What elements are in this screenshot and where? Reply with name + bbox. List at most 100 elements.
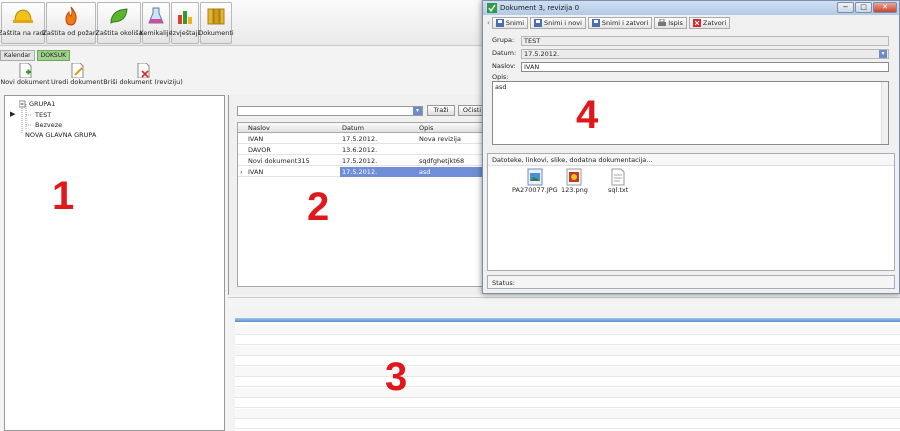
grupa-label: Grupa:	[492, 36, 515, 44]
group-header	[235, 388, 900, 398]
cell-datum: 17.5.2012.	[342, 135, 378, 143]
ribbon-izvjestaji-button[interactable]: Izvještaji	[171, 2, 199, 44]
dialog-titlebar[interactable]: Dokument 3, revizija 0 − □ ✕	[483, 1, 899, 15]
new-document-button[interactable]: Novi dokument	[0, 62, 50, 92]
list-item[interactable]	[235, 419, 900, 429]
save-and-new-button[interactable]: Snimi i novi	[530, 17, 586, 29]
opis-textarea[interactable]: asd	[492, 81, 889, 145]
document-toolbar: Novi dokument Uredi dokument Briši dokum…	[0, 62, 230, 94]
datum-field[interactable]: 17.5.2012. ▾	[521, 49, 889, 59]
close-window-button[interactable]: ✕	[873, 2, 897, 13]
row-pointer-icon: ›	[240, 168, 243, 176]
list-item[interactable]	[235, 398, 900, 408]
tree-item-nova-glavna-grupa[interactable]: NOVA GLAVNA GRUPA	[25, 131, 96, 139]
table-row[interactable]: IVAN 17.5.2012. Nova revizija	[238, 134, 486, 144]
column-header-datum[interactable]: Datum	[342, 124, 364, 132]
document-dialog: Dokument 3, revizija 0 − □ ✕ ‹ Snimi Sni…	[482, 0, 900, 294]
close-icon	[692, 19, 701, 27]
document-grid: Naslov Datum Opis IVAN 17.5.2012. Nova r…	[237, 122, 487, 287]
app-icon	[487, 3, 497, 13]
group-tree-panel: ▶ GRUPA1 TEST Bezveze NOVA GLAVNA GRUPA …	[4, 95, 225, 431]
naslov-label: Naslov:	[492, 62, 516, 70]
annotation-number-2: 2	[307, 185, 330, 229]
ribbon-kemikalije-button[interactable]: Kemikalije	[139, 2, 173, 44]
attachment-file[interactable]: sql.txt	[608, 168, 628, 194]
search-input[interactable]: ▾	[237, 106, 423, 116]
ribbon-zastita-na-radu-button[interactable]: Zaštita na radu	[0, 2, 48, 44]
binders-icon	[206, 6, 226, 26]
datum-value: 17.5.2012.	[524, 50, 560, 58]
print-icon	[658, 19, 667, 26]
status-label: Status:	[492, 279, 515, 287]
cell-datum: 17.5.2012.	[342, 157, 378, 165]
ribbon-zastita-od-pozara-button[interactable]: Zaštita od požara	[42, 2, 100, 44]
text-file-icon	[611, 168, 625, 186]
hard-hat-icon	[13, 6, 33, 26]
search-dropdown-icon[interactable]: ▾	[413, 107, 422, 115]
save-icon	[495, 19, 504, 27]
datum-dropdown-icon[interactable]: ▾	[879, 50, 887, 58]
tree-item-grupa1[interactable]: GRUPA1	[29, 100, 55, 108]
povezanice-header[interactable]	[228, 297, 900, 307]
minimize-button[interactable]: −	[837, 2, 854, 13]
annotation-number-4: 4	[576, 93, 599, 137]
cell-naslov: DAVOR	[248, 146, 271, 154]
row-pointer-icon: ▶	[10, 110, 16, 118]
cell-naslov: IVAN	[248, 168, 264, 176]
attachment-file[interactable]: PA270077.JPG	[512, 168, 558, 194]
png-file-icon	[566, 168, 582, 186]
cell-datum: 13.6.2012.	[342, 146, 378, 154]
image-file-icon	[527, 168, 543, 186]
attachments-header: Datoteke, linkovi, slike, dodatna dokume…	[488, 154, 894, 166]
group-header	[235, 346, 900, 356]
grupa-field[interactable]: TEST	[521, 36, 889, 46]
cell-opis: asd	[417, 167, 486, 177]
grid-header: Naslov Datum Opis	[238, 123, 486, 133]
table-row-selected[interactable]: › IVAN 17.5.2012. asd	[238, 167, 486, 177]
dialog-toolbar: ‹ Snimi Snimi i novi Snimi i zatvori Isp…	[485, 16, 732, 30]
table-row[interactable]: DAVOR 13.6.2012.	[238, 145, 486, 155]
edit-document-button[interactable]: Uredi dokument	[51, 62, 103, 92]
table-row[interactable]: Novi dokument315 17.5.2012. sqdfghetjkt6…	[238, 156, 486, 166]
opis-scrollbar[interactable]	[881, 82, 888, 144]
naslov-field[interactable]: IVAN	[521, 62, 889, 72]
save-icon	[591, 19, 600, 27]
ribbon-dokumenti-button[interactable]: Dokumenti	[198, 2, 234, 44]
annotation-number-3: 3	[385, 355, 408, 399]
list-item[interactable]	[235, 356, 900, 366]
save-and-close-button[interactable]: Snimi i zatvori	[587, 17, 653, 29]
opis-label: Opis:	[492, 73, 509, 81]
cell-naslov: IVAN	[248, 135, 264, 143]
leaf-icon	[109, 6, 129, 26]
new-document-icon	[19, 63, 31, 78]
cell-datum: 17.5.2012.	[340, 167, 417, 177]
tab-doksuk[interactable]: DOKSUK	[36, 50, 71, 61]
search-button[interactable]: Traži	[427, 105, 455, 116]
print-button[interactable]: Ispis	[654, 17, 687, 29]
flame-icon	[61, 6, 81, 26]
tree-item-bezveze[interactable]: Bezveze	[35, 121, 62, 129]
cell-opis: Nova revizija	[419, 135, 461, 143]
tab-kalendar[interactable]: Kalendar	[0, 50, 35, 61]
cell-opis: sqdfghetjkt68	[419, 157, 465, 165]
status-bar: Status:	[487, 275, 895, 289]
maximize-button[interactable]: □	[855, 2, 872, 13]
datum-label: Datum:	[492, 49, 517, 57]
list-item[interactable]	[235, 335, 900, 345]
save-button[interactable]: Snimi	[491, 17, 529, 29]
ribbon-zastita-okolisa-button[interactable]: Zaštita okoliša	[95, 2, 143, 44]
tree-item-test[interactable]: TEST	[35, 111, 51, 119]
delete-document-button[interactable]: Briši dokument (reviziju)	[103, 62, 183, 92]
column-header-naslov[interactable]: Naslov	[248, 124, 270, 132]
group-header	[235, 367, 900, 377]
column-header-opis[interactable]: Opis	[419, 124, 433, 132]
attachment-file[interactable]: 123.png	[561, 168, 588, 194]
dialog-title: Dokument 3, revizija 0	[500, 4, 580, 12]
close-button[interactable]: Zatvori	[688, 17, 731, 29]
list-item[interactable]	[235, 377, 900, 387]
save-icon	[534, 19, 543, 27]
group-header	[235, 409, 900, 419]
toolbar-grip-icon: ‹	[487, 19, 490, 27]
cell-naslov: Novi dokument315	[248, 157, 310, 165]
links-panel: 3	[235, 322, 900, 431]
